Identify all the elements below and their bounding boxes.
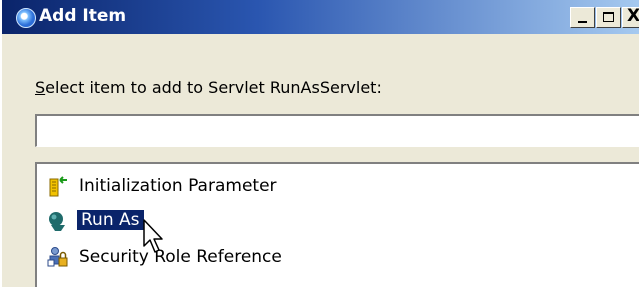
- prompt-text: elect item to add to Servlet RunAsServle…: [45, 78, 382, 97]
- mouse-pointer-icon: [143, 219, 163, 253]
- security-role-icon: [47, 247, 68, 267]
- prompt-label: Select item to add to Servlet RunAsServl…: [35, 78, 382, 97]
- close-icon: X: [627, 6, 639, 26]
- app-icon: [16, 8, 36, 28]
- add-item-dialog: Add Item X Select item to add to Servlet…: [0, 0, 639, 287]
- title-bar[interactable]: Add Item X: [2, 0, 639, 34]
- filter-input[interactable]: [35, 114, 639, 147]
- list-item-run-as[interactable]: Run As: [47, 209, 197, 235]
- item-label: Run As: [76, 209, 145, 231]
- prompt-mnemonic: S: [35, 78, 46, 97]
- list-item-initialization-parameter[interactable]: Initialization Parameter: [47, 174, 347, 200]
- minimize-icon: [578, 21, 587, 23]
- run-as-icon: [49, 212, 65, 231]
- close-button[interactable]: X: [622, 6, 639, 28]
- item-list[interactable]: Initialization Parameter Run As Security…: [35, 162, 639, 287]
- item-label: Security Role Reference: [79, 247, 282, 267]
- item-label: Initialization Parameter: [79, 176, 277, 196]
- minimize-button[interactable]: [570, 7, 595, 28]
- maximize-icon: [603, 12, 614, 22]
- init-parameter-icon: [49, 176, 67, 197]
- window-title: Add Item: [39, 6, 127, 26]
- list-item-security-role-reference[interactable]: Security Role Reference: [47, 245, 347, 271]
- maximize-button[interactable]: [596, 7, 621, 28]
